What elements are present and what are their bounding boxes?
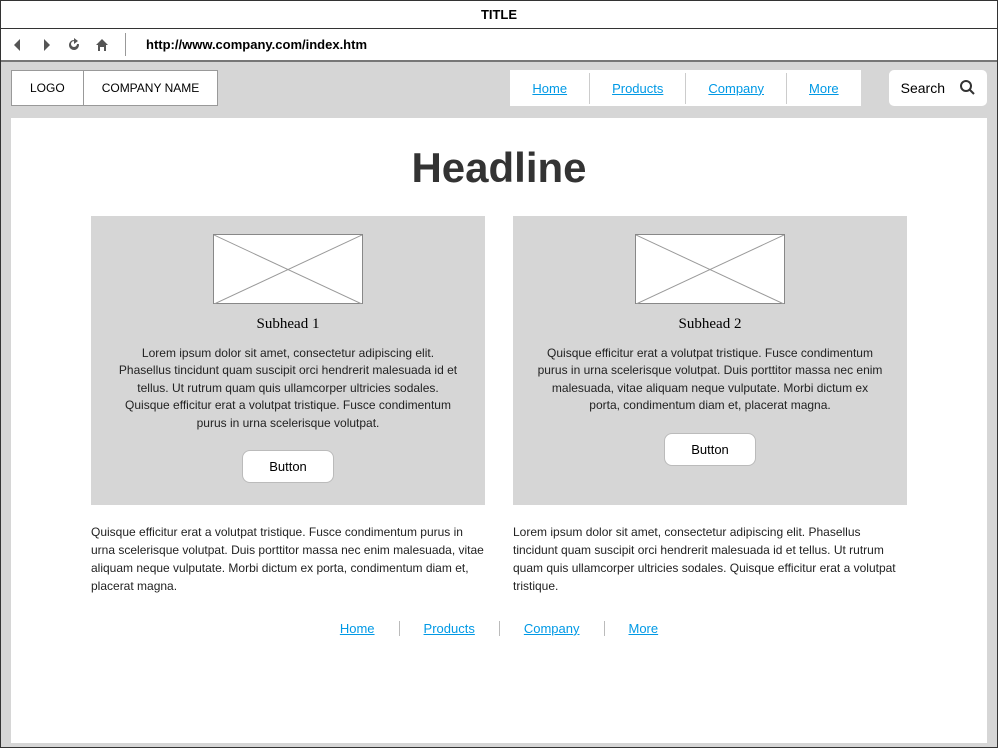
card-2-subhead: Subhead 2 <box>537 316 883 333</box>
card-1-button[interactable]: Button <box>242 450 334 483</box>
top-nav: Home Products Company More <box>510 70 860 106</box>
back-icon[interactable] <box>9 36 27 54</box>
card-1-subhead: Subhead 1 <box>115 316 461 333</box>
footer-company[interactable]: Company <box>500 621 605 636</box>
nav-home[interactable]: Home <box>510 73 590 104</box>
nav-products[interactable]: Products <box>590 73 686 104</box>
search-placeholder: Search <box>901 80 945 96</box>
card-2-body: Quisque efficitur erat a volutpat tristi… <box>537 345 883 415</box>
page-headline: Headline <box>91 144 907 192</box>
search-icon[interactable] <box>959 79 975 98</box>
footer-more[interactable]: More <box>605 621 683 636</box>
below-text-2: Lorem ipsum dolor sit amet, consectetur … <box>513 523 907 595</box>
company-name: COMPANY NAME <box>84 71 218 105</box>
card-1: Subhead 1 Lorem ipsum dolor sit amet, co… <box>91 216 485 505</box>
browser-toolbar: http://www.company.com/index.htm <box>1 29 997 62</box>
footer-home[interactable]: Home <box>316 621 400 636</box>
card-2-button[interactable]: Button <box>664 433 756 466</box>
nav-company[interactable]: Company <box>686 73 787 104</box>
image-placeholder-icon <box>635 234 785 304</box>
footer-nav: Home Products Company More <box>91 621 907 636</box>
card-1-body: Lorem ipsum dolor sit amet, consectetur … <box>115 345 461 432</box>
below-text-1: Quisque efficitur erat a volutpat tristi… <box>91 523 485 595</box>
logo-block: LOGO COMPANY NAME <box>11 70 218 106</box>
home-icon[interactable] <box>93 36 111 54</box>
window-title: TITLE <box>1 1 997 29</box>
url-bar[interactable]: http://www.company.com/index.htm <box>140 33 989 56</box>
card-2: Subhead 2 Quisque efficitur erat a volut… <box>513 216 907 505</box>
nav-more[interactable]: More <box>787 73 861 104</box>
footer-products[interactable]: Products <box>400 621 500 636</box>
logo[interactable]: LOGO <box>12 71 84 105</box>
search-input[interactable]: Search <box>889 70 987 106</box>
forward-icon[interactable] <box>37 36 55 54</box>
reload-icon[interactable] <box>65 36 83 54</box>
image-placeholder-icon <box>213 234 363 304</box>
